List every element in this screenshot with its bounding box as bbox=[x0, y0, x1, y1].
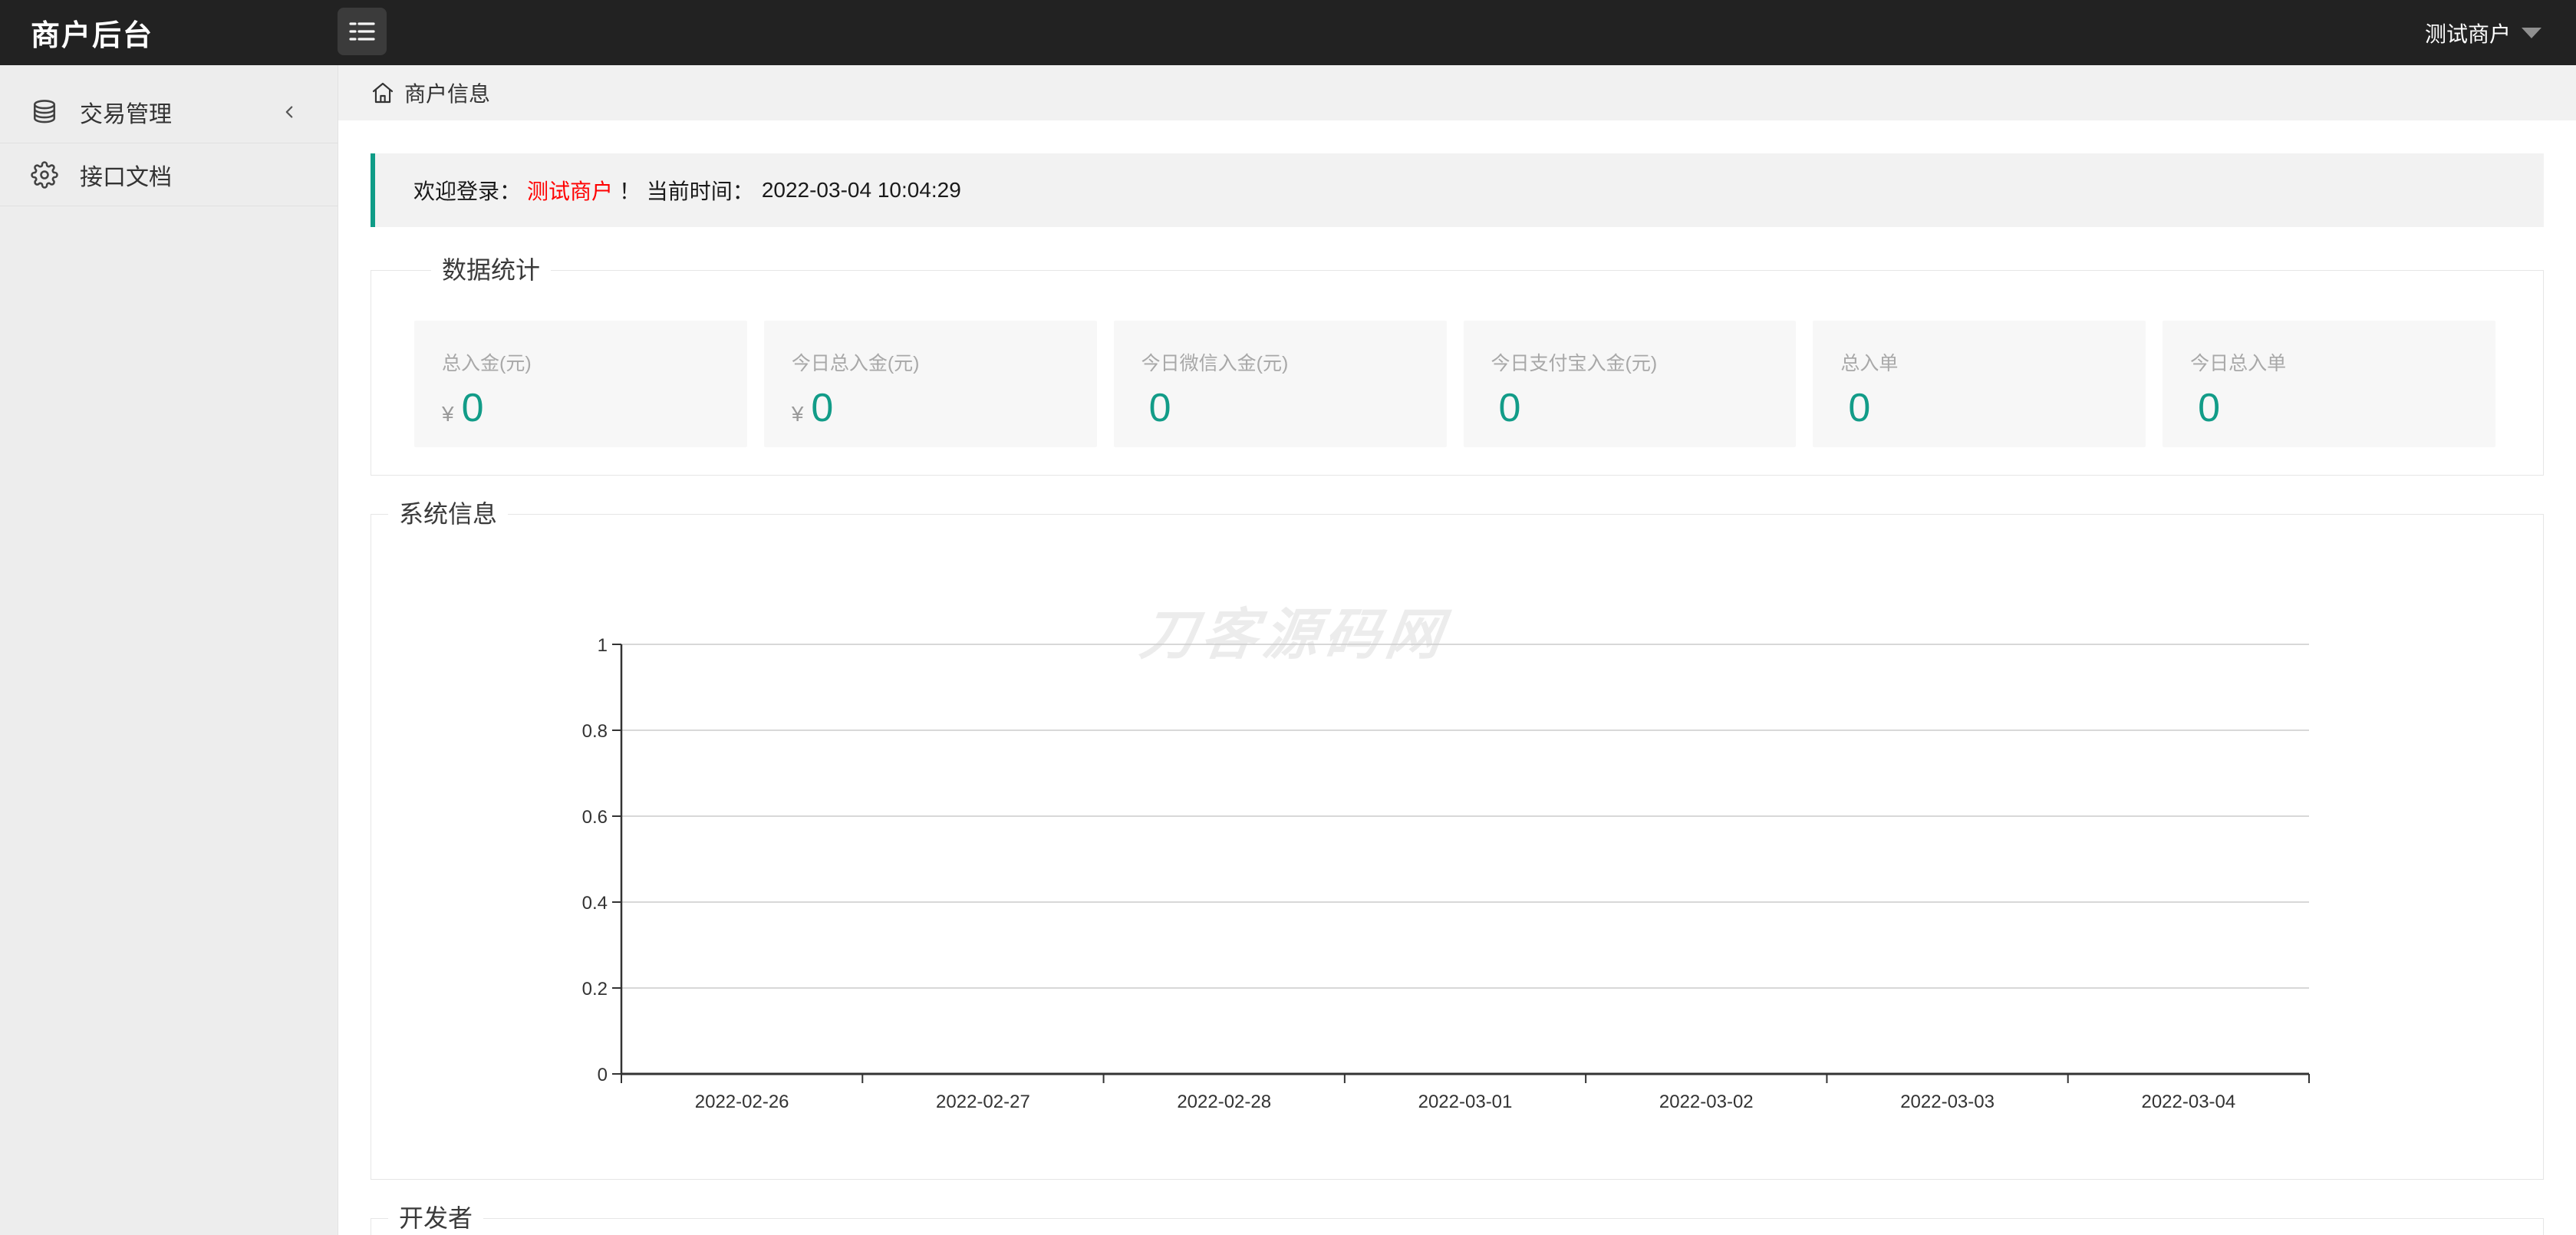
breadcrumb[interactable]: 商户信息 bbox=[338, 65, 2576, 120]
stat-card-value: 0 bbox=[1840, 385, 2146, 431]
stat-card-value: 0 bbox=[1141, 385, 1447, 431]
y-axis-label: 0.4 bbox=[582, 893, 608, 914]
stat-card-value: 0 bbox=[1491, 385, 1797, 431]
chevron-left-icon bbox=[279, 102, 299, 122]
sidebar: 交易管理 接口文档 bbox=[0, 65, 338, 1235]
welcome-time: 2022-03-04 10:04:29 bbox=[762, 178, 961, 203]
welcome-banner: 欢迎登录： 测试商户 ！ 当前时间： 2022-03-04 10:04:29 bbox=[371, 153, 2544, 227]
x-axis-label: 2022-02-26 bbox=[695, 1092, 789, 1112]
database-icon bbox=[31, 98, 58, 126]
top-bar: 商户后台 测试商户 bbox=[0, 0, 2576, 65]
chart-svg: 0 0.2 0.4 0.6 0.8 1 2022-02-26 2022-02-27 2022-0… bbox=[371, 531, 2543, 1179]
developer-legend: 开发者 bbox=[388, 1201, 483, 1235]
system-info-legend: 系统信息 bbox=[388, 497, 508, 531]
stat-card-alipay-in: 今日支付宝入金(元) 0 bbox=[1464, 321, 1797, 447]
y-axis-label: 0.2 bbox=[582, 979, 608, 1000]
stats-legend: 数据统计 bbox=[431, 253, 551, 287]
x-axis-label: 2022-03-02 bbox=[1659, 1092, 1754, 1112]
stat-card-label: 总入单 bbox=[1840, 348, 2146, 376]
content: 欢迎登录： 测试商户 ！ 当前时间： 2022-03-04 10:04:29 数… bbox=[338, 153, 2576, 1235]
x-axis-label: 2022-02-27 bbox=[936, 1092, 1030, 1112]
sidebar-item-transactions[interactable]: 交易管理 bbox=[0, 81, 338, 143]
x-axis-label: 2022-02-28 bbox=[1177, 1092, 1271, 1112]
stat-card-total-orders: 总入单 0 bbox=[1813, 321, 2146, 447]
y-axis-label: 0 bbox=[598, 1065, 608, 1085]
user-menu[interactable]: 测试商户 bbox=[2425, 0, 2541, 65]
system-info-section: 系统信息 刀客源码网 00.20.40.60.812022-02-262022-… bbox=[371, 497, 2544, 1180]
stat-card-value: ¥ 0 bbox=[792, 385, 1097, 431]
sidebar-toggle-button[interactable] bbox=[338, 8, 387, 55]
welcome-mid: ！ 当前时间： bbox=[619, 175, 754, 206]
welcome-user: 测试商户 bbox=[527, 175, 613, 206]
developer-section: 开发者 bbox=[371, 1201, 2544, 1235]
stat-card-value: 0 bbox=[2190, 385, 2495, 431]
x-axis-label: 2022-03-04 bbox=[2141, 1092, 2235, 1112]
currency-symbol: ¥ bbox=[792, 402, 804, 426]
stat-card-wechat-in: 今日微信入金(元) 0 bbox=[1114, 321, 1447, 447]
gear-icon bbox=[31, 161, 58, 189]
x-axis-label: 2022-03-03 bbox=[1900, 1092, 1995, 1112]
currency-symbol: ¥ bbox=[442, 402, 454, 426]
sidebar-item-api-docs[interactable]: 接口文档 bbox=[0, 143, 338, 206]
main-area: 商户信息 欢迎登录： 测试商户 ！ 当前时间： 2022-03-04 10:04… bbox=[338, 65, 2576, 1235]
stat-card-total-in: 总入金(元) ¥ 0 bbox=[414, 321, 747, 447]
x-axis-label: 2022-03-01 bbox=[1418, 1092, 1513, 1112]
y-axis-label: 1 bbox=[598, 635, 608, 656]
home-icon bbox=[371, 81, 395, 105]
list-menu-icon bbox=[348, 21, 376, 42]
stat-card-label: 今日支付宝入金(元) bbox=[1491, 348, 1797, 376]
stat-card-today-orders: 今日总入单 0 bbox=[2163, 321, 2495, 447]
stat-card-label: 今日总入金(元) bbox=[792, 348, 1097, 376]
welcome-prefix: 欢迎登录： bbox=[413, 175, 521, 206]
stat-card-value: ¥ 0 bbox=[442, 385, 747, 431]
user-name: 测试商户 bbox=[2425, 18, 2511, 48]
caret-down-icon bbox=[2522, 28, 2541, 38]
stats-section: 数据统计 总入金(元) ¥ 0 今日总入金(元) ¥ 0 bbox=[371, 253, 2544, 476]
y-axis-label: 0.8 bbox=[582, 721, 608, 742]
stat-card-today-in: 今日总入金(元) ¥ 0 bbox=[764, 321, 1097, 447]
stat-card-label: 总入金(元) bbox=[442, 348, 747, 376]
line-chart: 刀客源码网 00.20.40.60.812022-02-262022-02-27… bbox=[371, 531, 2543, 1179]
stat-card-label: 今日总入单 bbox=[2190, 348, 2495, 376]
sidebar-item-label: 接口文档 bbox=[80, 158, 172, 192]
y-axis-label: 0.6 bbox=[582, 807, 608, 828]
app-title: 商户后台 bbox=[31, 12, 153, 54]
sidebar-item-label: 交易管理 bbox=[80, 95, 172, 129]
stats-cards: 总入金(元) ¥ 0 今日总入金(元) ¥ 0 bbox=[414, 321, 2495, 447]
breadcrumb-label: 商户信息 bbox=[404, 77, 490, 108]
stat-card-label: 今日微信入金(元) bbox=[1141, 348, 1447, 376]
